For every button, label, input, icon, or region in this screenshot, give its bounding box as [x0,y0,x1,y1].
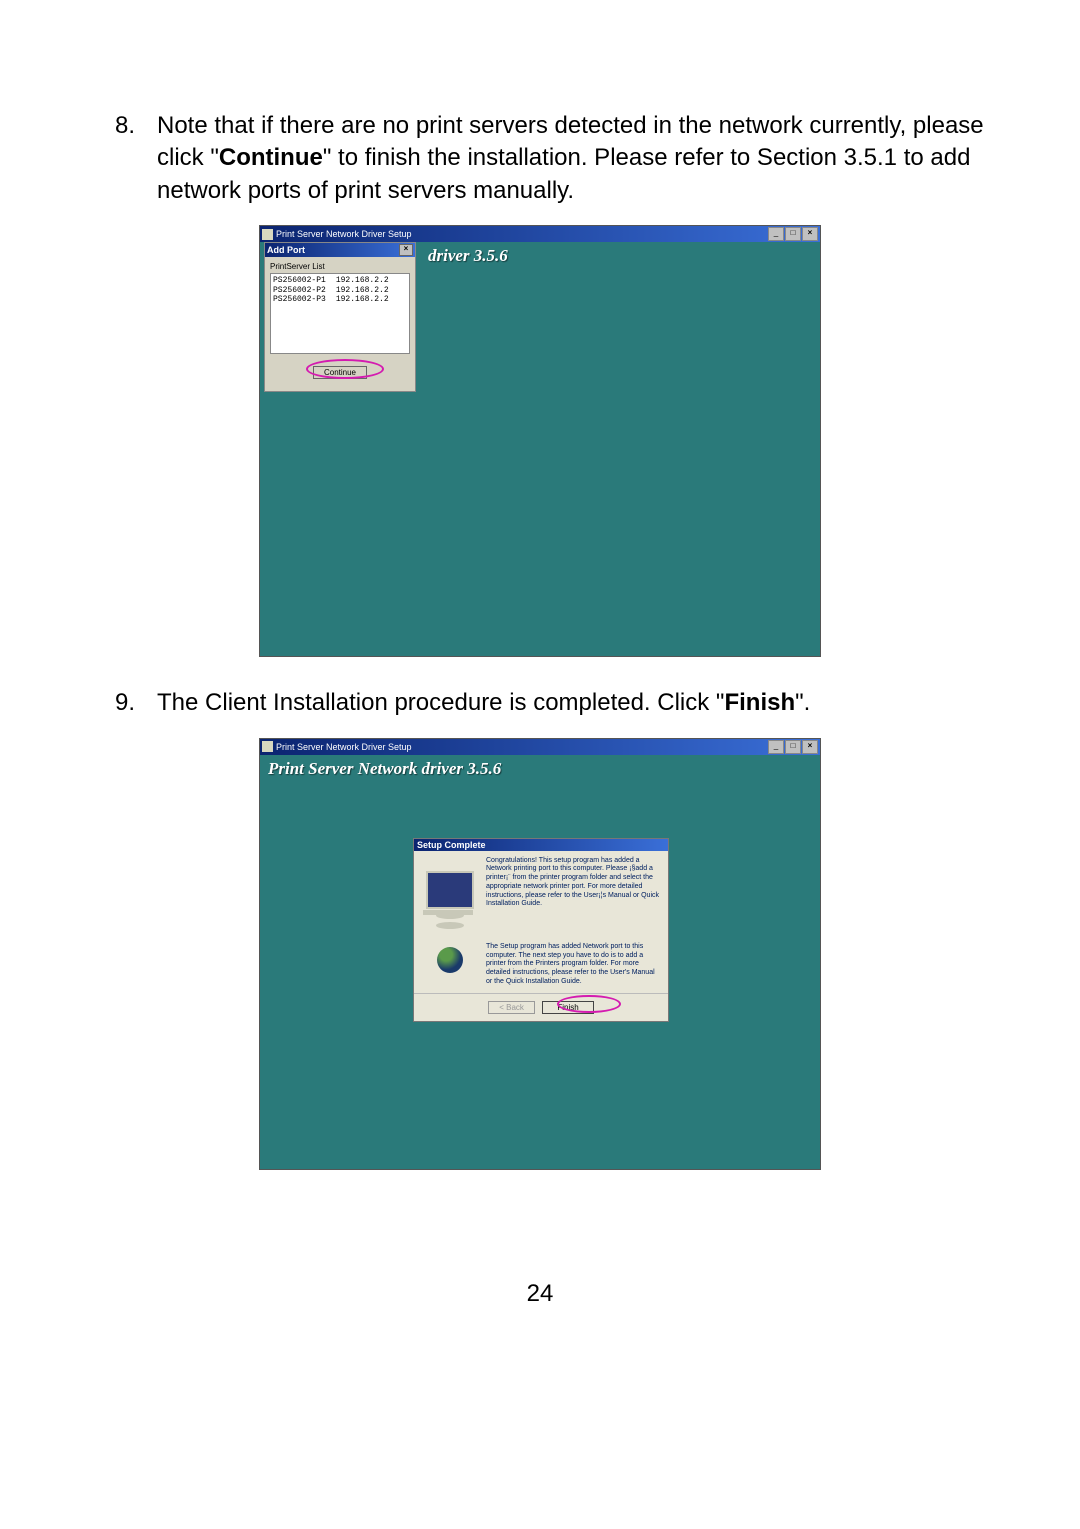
window-title: Print Server Network Driver Setup [276,229,412,239]
screenshot-2: Print Server Network Driver Setup _ □ × … [259,738,821,1170]
minimize-button[interactable]: _ [768,227,784,241]
disc-icon [436,922,464,929]
close-button[interactable]: × [802,227,818,241]
maximize-button[interactable]: □ [785,740,801,754]
add-port-dialog: Add Port × PrintServer List PS256002-P11… [264,242,416,392]
finish-button[interactable]: Finish [542,1001,593,1014]
page-number: 24 [85,1280,995,1308]
add-port-close-button[interactable]: × [399,244,413,256]
window-controls: _ □ × [768,740,818,754]
step-number: 8. [85,110,157,207]
print-server-list[interactable]: PS256002-P1192.168.2.2 PS256002-P2192.16… [270,273,410,354]
setup-paragraph-1: Congratulations! This setup program has … [486,857,662,910]
app-icon [262,229,273,240]
list-item[interactable]: PS256002-P2192.168.2.2 [273,286,407,296]
window-titlebar: Print Server Network Driver Setup _ □ × [260,226,820,242]
add-port-title: Add Port [267,245,305,255]
app-banner: driver 3.5.6 [420,242,508,276]
monitor-icon [426,871,474,909]
screenshot-1: Print Server Network Driver Setup _ □ × … [259,225,821,657]
print-server-list-label: PrintServer List [270,262,410,271]
list-item[interactable]: PS256002-P1192.168.2.2 [273,276,407,286]
close-button[interactable]: × [802,740,818,754]
step-number: 9. [85,687,157,719]
setup-graphic [420,857,480,987]
app-banner: Print Server Network driver 3.5.6 [260,755,820,789]
maximize-button[interactable]: □ [785,227,801,241]
step-8: 8. Note that if there are no print serve… [85,110,995,207]
step-9: 9. The Client Installation procedure is … [85,687,995,719]
window-titlebar: Print Server Network Driver Setup _ □ × [260,739,820,755]
step-text: The Client Installation procedure is com… [157,687,810,719]
setup-complete-dialog: Setup Complete Congratulations! This set… [413,838,669,1022]
screenshot-2-wrap: Print Server Network Driver Setup _ □ × … [85,738,995,1170]
add-port-titlebar: Add Port × [265,243,415,257]
window-controls: _ □ × [768,227,818,241]
step-text: Note that if there are no print servers … [157,110,995,207]
app-icon [262,741,273,752]
continue-button[interactable]: Continue [313,366,367,379]
minimize-button[interactable]: _ [768,740,784,754]
back-button: < Back [488,1001,535,1014]
globe-icon [437,947,463,973]
screenshot-1-wrap: Print Server Network Driver Setup _ □ × … [85,225,995,657]
setup-complete-title: Setup Complete [414,839,668,851]
list-item[interactable]: PS256002-P3192.168.2.2 [273,295,407,305]
window-title: Print Server Network Driver Setup [276,742,412,752]
setup-paragraph-2: The Setup program has added Network port… [486,943,662,987]
